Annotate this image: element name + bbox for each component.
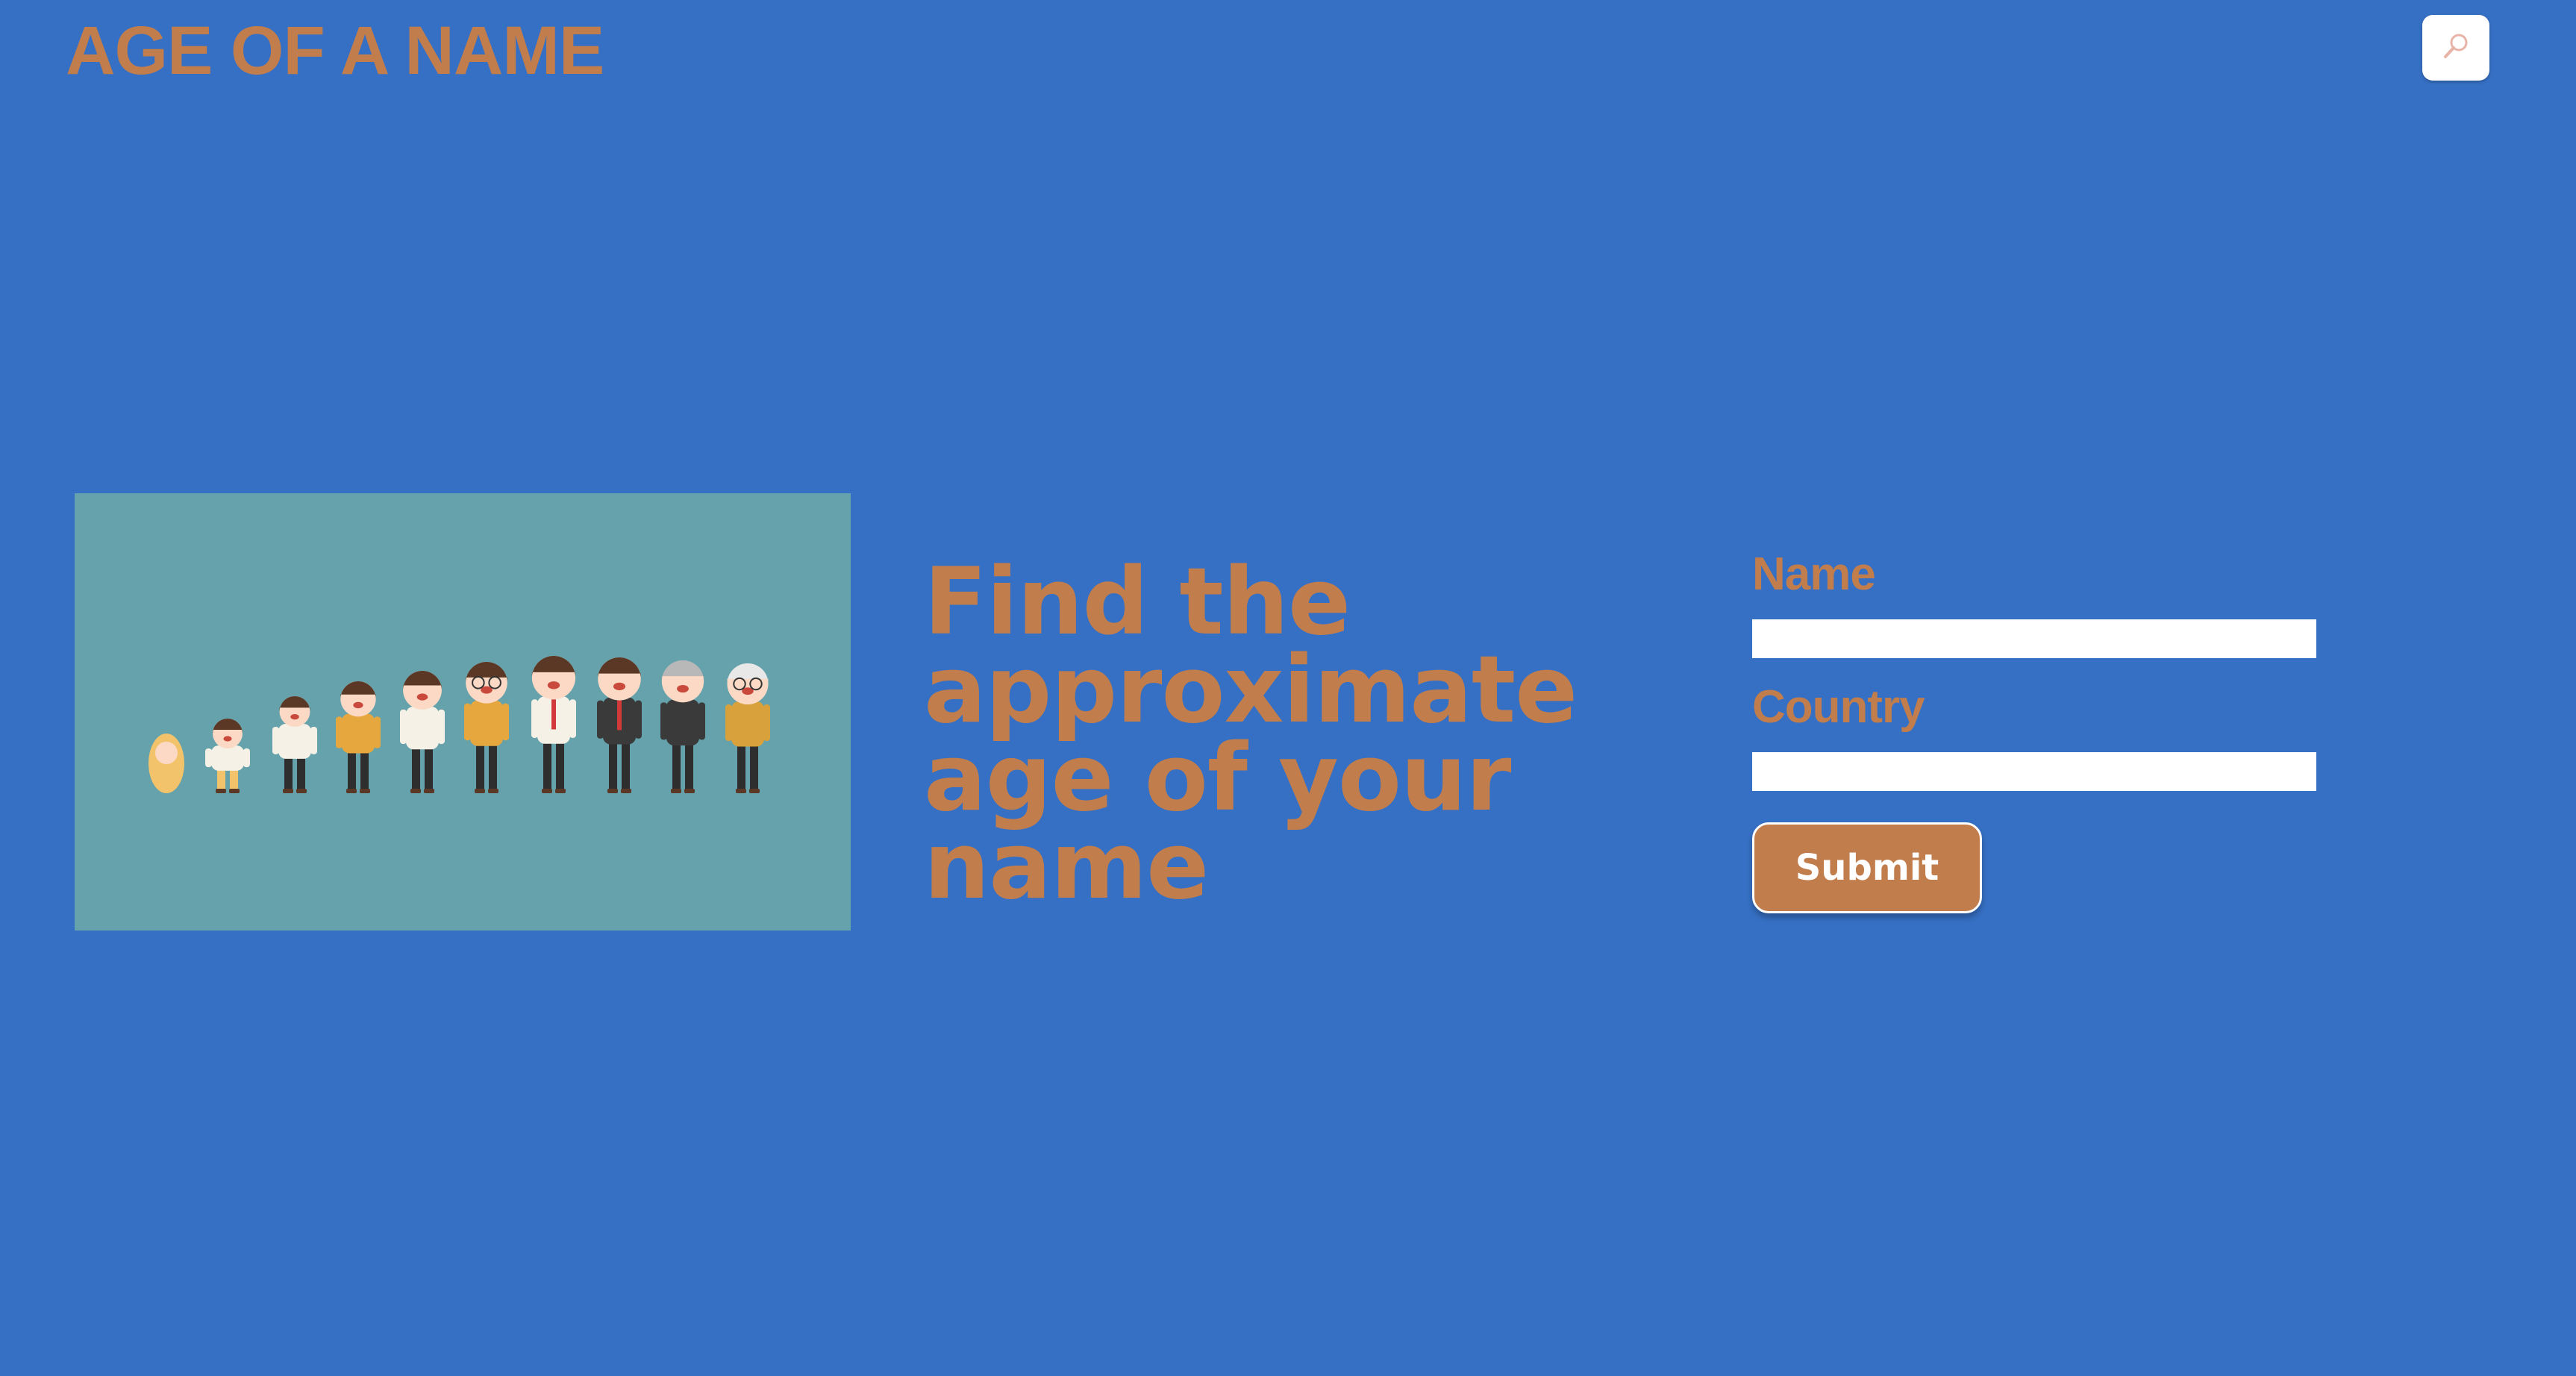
name-input[interactable] (1752, 619, 2316, 658)
submit-button[interactable]: Submit (1752, 822, 1982, 913)
person-figure (660, 660, 705, 793)
country-label: Country (1752, 681, 1925, 733)
site-title: AGE OF A NAME (66, 13, 604, 89)
person-figure (725, 663, 770, 793)
person-figure (400, 671, 445, 793)
name-label: Name (1752, 548, 1876, 600)
person-figure (464, 662, 509, 793)
age-progression-illustration (75, 493, 851, 931)
people-figures (149, 656, 770, 793)
person-figure (149, 734, 184, 793)
search-icon (2439, 30, 2472, 66)
person-figure (336, 681, 381, 793)
person-figure (205, 719, 250, 793)
person-figure (597, 657, 642, 793)
search-button[interactable] (2422, 15, 2489, 81)
name-age-form: Name Country Submit (1752, 545, 2319, 913)
person-figure (531, 656, 576, 793)
hero-headline: Find the approximate age of your name (924, 548, 1578, 920)
country-input[interactable] (1752, 752, 2316, 791)
person-figure (272, 696, 317, 793)
